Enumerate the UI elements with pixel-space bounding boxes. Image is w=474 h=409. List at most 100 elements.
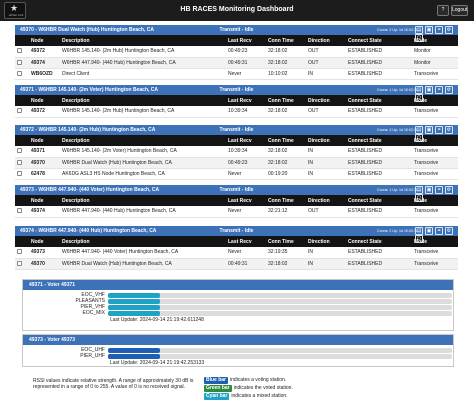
power-icon[interactable]: ⏻ <box>415 94 423 102</box>
column-header: Node <box>29 195 60 206</box>
connect-state: ESTABLISHED <box>346 258 412 270</box>
row-checkbox[interactable] <box>17 159 22 165</box>
node-table: Node Description Last Recv Conn Time Directi… <box>15 135 458 180</box>
row-select <box>15 146 29 158</box>
panel-actions: ▤ ▣ ⚭ ⚙ ⏻ <box>413 26 458 42</box>
connection-info: Conns: 3 Up: 1d 10:02:11 <box>377 128 418 132</box>
node-id: 62478 <box>29 168 60 180</box>
row-checkbox[interactable] <box>17 208 22 214</box>
receiver-row: EOC_MIX <box>23 310 453 316</box>
column-header <box>15 35 29 46</box>
connection-info: Conns: 1 Up: 1d 10:02:11 <box>377 88 418 92</box>
row-checkbox[interactable] <box>17 249 22 255</box>
description: W6HBR 145.140- (2m Hub) Huntington Beach… <box>60 106 226 118</box>
row-checkbox[interactable] <box>17 148 22 154</box>
link-icon[interactable]: ⚭ <box>435 26 443 34</box>
document-icon[interactable]: ▤ <box>415 26 423 34</box>
mode: Transceive <box>412 168 458 180</box>
voter-title: 49373 - Voter 49373 <box>23 335 453 345</box>
conn-time: 10:10:02 <box>266 68 306 80</box>
settings-icon[interactable]: ⚙ <box>445 126 453 134</box>
logo-text: AllStar Link <box>8 13 24 17</box>
logout-button[interactable]: Logout <box>451 5 468 16</box>
node-panel-header: 49370 - W6HBR Dual Watch (Hub) Huntingto… <box>15 25 458 42</box>
description: AK6DG ASL3 HS Node Huntington Beach, CA <box>60 168 226 180</box>
connection-info: Conns: 1 Up: 1d 10:02:11 <box>377 188 418 192</box>
help-button[interactable]: ? <box>437 5 449 16</box>
column-header: Node <box>29 135 60 146</box>
column-header: Last Recv <box>226 135 266 146</box>
table-row: 49370 W6HBR Dual Watch (Hub) Huntington B… <box>15 157 458 169</box>
mode: Transceive <box>412 206 458 218</box>
power-icon[interactable]: ⏻ <box>415 194 423 202</box>
table-row: 49374 W6HBR 447.940- (440 Hub) Huntington… <box>15 206 458 218</box>
column-header <box>15 236 29 247</box>
document-icon[interactable]: ▤ <box>415 86 423 94</box>
node-id: 49372 <box>29 106 60 118</box>
power-icon[interactable]: ⏻ <box>415 134 423 142</box>
row-checkbox[interactable] <box>17 108 22 114</box>
description: W6HBR 145.140- (2m Voter) Huntington Bea… <box>60 146 226 158</box>
row-checkbox[interactable] <box>17 70 22 76</box>
power-icon[interactable]: ⏻ <box>415 34 423 42</box>
column-header: Description <box>60 135 226 146</box>
document-icon[interactable]: ▤ <box>415 126 423 134</box>
settings-icon[interactable]: ⚙ <box>445 186 453 194</box>
direction: OUT <box>306 57 346 69</box>
table-header-row: Node Description Last Recv Conn Time Directi… <box>15 236 458 247</box>
column-header: Direction <box>306 195 346 206</box>
row-checkbox[interactable] <box>17 260 22 266</box>
connect-state: ESTABLISHED <box>346 247 412 259</box>
voter-title: 49371 - Voter 49371 <box>23 280 453 290</box>
power-icon[interactable]: ⏻ <box>415 235 423 243</box>
mode: Transceive <box>412 157 458 169</box>
connect-state: ESTABLISHED <box>346 146 412 158</box>
link-icon[interactable]: ⚭ <box>435 186 443 194</box>
rssi-legend-text: RSSI values indicate relative strength. … <box>33 378 194 390</box>
direction: IN <box>306 168 346 180</box>
last-recv: Never <box>226 247 266 259</box>
node-id: 49374 <box>29 206 60 218</box>
page-title: HB RACES Monitoring Dashboard <box>180 6 294 13</box>
mode: Transceive <box>412 247 458 259</box>
direction: IN <box>306 157 346 169</box>
settings-icon[interactable]: ⚙ <box>445 227 453 235</box>
save-icon[interactable]: ▣ <box>425 186 433 194</box>
save-icon[interactable]: ▣ <box>425 86 433 94</box>
node-panel: 49371 - W6HBR 145.140- (2m Voter) Huntin… <box>15 85 458 118</box>
row-checkbox[interactable] <box>17 59 22 65</box>
conn-time: 32:18:02 <box>266 146 306 158</box>
settings-icon[interactable]: ⚙ <box>445 26 453 34</box>
column-header: Conn Time <box>266 236 306 247</box>
save-icon[interactable]: ▣ <box>425 26 433 34</box>
node-id: 49372 <box>29 46 60 58</box>
direction: IN <box>306 146 346 158</box>
settings-icon[interactable]: ⚙ <box>445 86 453 94</box>
connect-state: ESTABLISHED <box>346 57 412 69</box>
column-header: Node <box>29 95 60 106</box>
description: Direct Client <box>60 68 226 80</box>
row-checkbox[interactable] <box>17 170 22 176</box>
description: W6HBR 447.940- (440 Hub) Huntington Beac… <box>60 57 226 69</box>
node-panel-header: 49371 - W6HBR 145.140- (2m Voter) Huntin… <box>15 85 458 102</box>
column-header: Description <box>60 35 226 46</box>
node-id: WB6OZD <box>29 68 60 80</box>
save-icon[interactable]: ▣ <box>425 126 433 134</box>
document-icon[interactable]: ▤ <box>415 227 423 235</box>
column-header: Direction <box>306 35 346 46</box>
save-icon[interactable]: ▣ <box>425 227 433 235</box>
table-header-row: Node Description Last Recv Conn Time Directi… <box>15 135 458 146</box>
last-recv: 00:49:23 <box>226 46 266 58</box>
document-icon[interactable]: ▤ <box>415 186 423 194</box>
direction: OUT <box>306 206 346 218</box>
mode: Transceive <box>412 106 458 118</box>
link-icon[interactable]: ⚭ <box>435 227 443 235</box>
node-panel: 49374 - W6HBR 447.940- (440 Hub) Hunting… <box>15 226 458 270</box>
link-icon[interactable]: ⚭ <box>435 126 443 134</box>
link-icon[interactable]: ⚭ <box>435 86 443 94</box>
column-header: Connect State <box>346 35 412 46</box>
conn-time: 32:18:02 <box>266 46 306 58</box>
node-panel-header: 49373 - W6HBR 447.940- (440 Voter) Hunti… <box>15 185 458 202</box>
conn-time: 32:19:35 <box>266 247 306 259</box>
row-checkbox[interactable] <box>17 48 22 54</box>
